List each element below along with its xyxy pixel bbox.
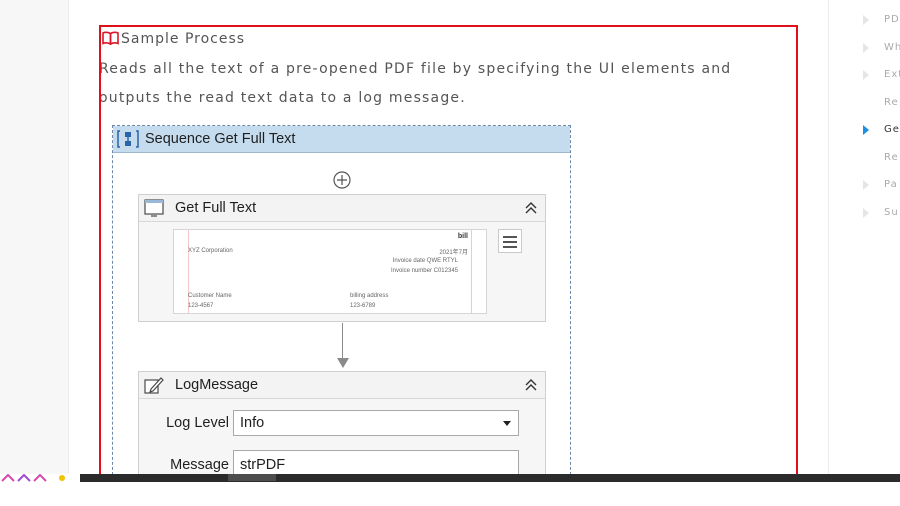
highlight-box xyxy=(99,25,798,478)
toc-bullet-icon xyxy=(863,42,869,53)
toc-item-label: Su xyxy=(884,206,899,218)
toc-item-label: Re xyxy=(884,96,899,108)
toc-item-label: Ext xyxy=(884,69,900,80)
toc-item[interactable]: Wh xyxy=(860,34,900,62)
toc-item-label: Pa xyxy=(884,179,898,190)
content-divider xyxy=(828,0,829,474)
toc-item-active[interactable]: Ge xyxy=(860,116,900,144)
table-of-contents: PDF Wh Ext Re Ge Re Pa Su xyxy=(860,6,900,226)
toc-item-label: Wh xyxy=(884,41,900,53)
toc-item[interactable]: PDF xyxy=(860,6,900,34)
left-gutter xyxy=(0,0,69,474)
toc-item[interactable]: Ext xyxy=(860,61,900,89)
horizontal-scrollbar[interactable] xyxy=(80,474,900,482)
toc-item-label: Ge xyxy=(884,124,900,135)
toc-item-label: PDF xyxy=(884,14,900,25)
scrollbar-thumb[interactable] xyxy=(228,474,276,481)
toc-bullet-icon xyxy=(863,15,869,25)
toc-bullet-icon xyxy=(863,125,869,135)
toc-item-label: Re xyxy=(884,151,899,163)
decorative-icons xyxy=(1,474,65,482)
toc-item[interactable]: Pa xyxy=(860,171,900,199)
toc-item[interactable]: Su xyxy=(860,199,900,227)
toc-bullet-icon xyxy=(863,207,869,218)
toc-item[interactable]: Re xyxy=(860,89,900,117)
toc-bullet-icon xyxy=(863,70,869,80)
toc-item[interactable]: Re xyxy=(860,144,900,172)
toc-bullet-icon xyxy=(863,180,869,190)
